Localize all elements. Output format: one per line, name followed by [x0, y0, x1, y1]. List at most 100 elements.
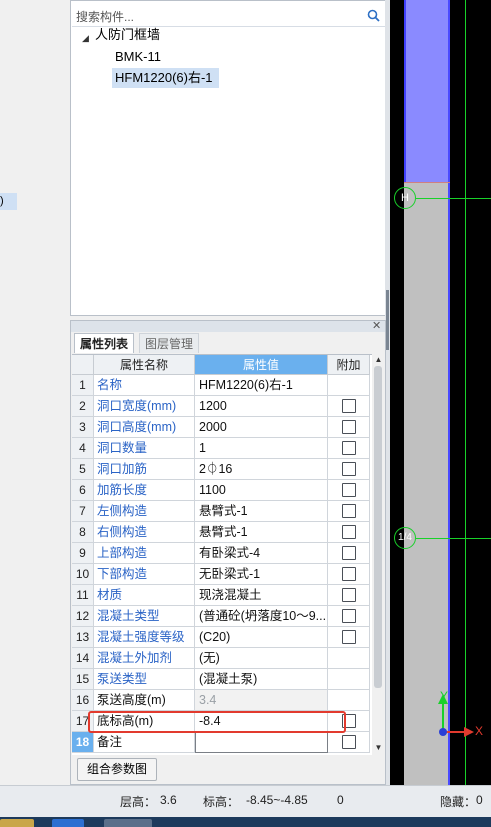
property-name: 名称 — [94, 375, 195, 396]
column-header-name[interactable]: 属性名称 — [94, 355, 195, 375]
extra-cell — [328, 648, 370, 669]
search-input[interactable] — [74, 7, 368, 26]
extra-cell — [328, 459, 370, 480]
extra-checkbox[interactable] — [342, 630, 356, 644]
property-value[interactable]: 2000 — [195, 417, 328, 438]
property-value[interactable]: 现浇混凝土 — [195, 585, 328, 606]
table-row[interactable]: 4 洞口数量 1 — [72, 438, 370, 459]
row-number: 10 — [72, 564, 94, 585]
property-name: 混凝土外加剂 — [94, 648, 195, 669]
property-value[interactable]: (无) — [195, 648, 328, 669]
property-value[interactable]: HFM1220(6)右-1 — [195, 375, 328, 396]
property-value[interactable] — [195, 732, 328, 753]
extra-cell — [328, 606, 370, 627]
property-value[interactable]: (C20) — [195, 627, 328, 648]
table-row[interactable]: 16 泵送高度(m) 3.4 — [72, 690, 370, 711]
axis-line-h — [416, 198, 491, 199]
row-number: 15 — [72, 669, 94, 690]
row-number: 4 — [72, 438, 94, 459]
table-row[interactable]: 11 材质 现浇混凝土 — [72, 585, 370, 606]
axis-line-1-4 — [416, 538, 491, 539]
property-name: 洞口数量 — [94, 438, 195, 459]
wall-boundary-line — [404, 182, 450, 183]
table-row[interactable]: 6 加筋长度 1100 — [72, 480, 370, 501]
property-name: 混凝土强度等级 — [94, 627, 195, 648]
table-row[interactable]: 5 洞口加筋 2⏀16 — [72, 459, 370, 480]
extra-checkbox[interactable] — [342, 525, 356, 539]
tree-root-node[interactable]: 人防门框墙 — [95, 25, 160, 45]
table-row[interactable]: 7 左侧构造 悬臂式-1 — [72, 501, 370, 522]
property-value[interactable]: (普通砼(坍落度10～9... — [195, 606, 328, 627]
property-value[interactable]: 有卧梁式-4 — [195, 543, 328, 564]
splitter-handle[interactable] — [386, 290, 389, 350]
extra-cell — [328, 669, 370, 690]
left-panel — [0, 0, 68, 785]
property-value[interactable]: (混凝土泵) — [195, 669, 328, 690]
taskbar-app[interactable] — [52, 819, 84, 827]
extra-checkbox[interactable] — [342, 609, 356, 623]
scroll-down-icon[interactable]: ▼ — [373, 743, 384, 753]
row-number: 1 — [72, 375, 94, 396]
scrollbar-thumb[interactable] — [374, 366, 382, 688]
collapse-triangle-icon[interactable]: ◢ — [82, 28, 92, 48]
table-row[interactable]: 12 混凝土类型 (普通砼(坍落度10～9... — [72, 606, 370, 627]
property-value[interactable]: 悬臂式-1 — [195, 501, 328, 522]
left-panel-selected-item[interactable]: ) — [0, 193, 17, 210]
hidden-value: 0 — [476, 793, 483, 807]
property-value[interactable]: 1200 — [195, 396, 328, 417]
search-icon[interactable] — [367, 9, 380, 22]
table-row[interactable]: 3 洞口高度(mm) 2000 — [72, 417, 370, 438]
column-header-value[interactable]: 属性值 — [195, 355, 328, 375]
extra-checkbox[interactable] — [342, 546, 356, 560]
tree-node[interactable]: BMK-11 — [115, 47, 161, 67]
table-row[interactable]: 1 名称 HFM1220(6)右-1 — [72, 375, 370, 396]
row-number: 5 — [72, 459, 94, 480]
extra-checkbox[interactable] — [342, 462, 356, 476]
table-row[interactable]: 10 下部构造 无卧梁式-1 — [72, 564, 370, 585]
property-name: 洞口高度(mm) — [94, 417, 195, 438]
table-row[interactable]: 2 洞口宽度(mm) 1200 — [72, 396, 370, 417]
scroll-up-icon[interactable]: ▲ — [373, 355, 384, 365]
extra-checkbox[interactable] — [342, 567, 356, 581]
extra-checkbox[interactable] — [342, 420, 356, 434]
tree-node-selected[interactable]: HFM1220(6)右-1 — [112, 68, 219, 88]
property-value[interactable]: 3.4 — [195, 690, 328, 711]
tab-property-list[interactable]: 属性列表 — [74, 333, 134, 353]
extra-cell — [328, 417, 370, 438]
table-row[interactable]: 9 上部构造 有卧梁式-4 — [72, 543, 370, 564]
table-row[interactable]: 18 备注 — [72, 732, 370, 753]
table-row[interactable]: 15 泵送类型 (混凝土泵) — [72, 669, 370, 690]
table-row[interactable]: 14 混凝土外加剂 (无) — [72, 648, 370, 669]
extra-checkbox[interactable] — [342, 735, 356, 749]
row-number: 6 — [72, 480, 94, 501]
property-name: 加筋长度 — [94, 480, 195, 501]
property-value[interactable]: 1 — [195, 438, 328, 459]
extra-checkbox[interactable] — [342, 441, 356, 455]
tab-layer-manager[interactable]: 图层管理 — [139, 333, 199, 353]
property-value[interactable]: 无卧梁式-1 — [195, 564, 328, 585]
property-panel-titlebar — [71, 321, 385, 332]
row-number: 7 — [72, 501, 94, 522]
property-value[interactable]: 2⏀16 — [195, 459, 328, 480]
row-number: 16 — [72, 690, 94, 711]
combo-parameter-button[interactable]: 组合参数图 — [77, 758, 157, 781]
extra-checkbox[interactable] — [342, 588, 356, 602]
extra-cell — [328, 375, 370, 396]
property-name: 材质 — [94, 585, 195, 606]
axis-bubble-1-4[interactable]: 1/4 — [394, 527, 416, 549]
extra-checkbox[interactable] — [342, 483, 356, 497]
extra-checkbox[interactable] — [342, 504, 356, 518]
taskbar-app[interactable] — [0, 819, 34, 827]
table-row[interactable]: 13 混凝土强度等级 (C20) — [72, 627, 370, 648]
close-icon[interactable]: ✕ — [372, 320, 382, 332]
taskbar-app[interactable] — [104, 819, 152, 827]
column-header-extra[interactable]: 附加 — [328, 355, 370, 375]
search-bar — [72, 6, 385, 27]
axis-bubble-h[interactable]: H — [394, 187, 416, 209]
property-value[interactable]: 悬臂式-1 — [195, 522, 328, 543]
extra-cell — [328, 396, 370, 417]
table-row[interactable]: 8 右侧构造 悬臂式-1 — [72, 522, 370, 543]
elevation-value: -8.45~-4.85 — [246, 793, 308, 807]
extra-checkbox[interactable] — [342, 399, 356, 413]
property-value[interactable]: 1100 — [195, 480, 328, 501]
